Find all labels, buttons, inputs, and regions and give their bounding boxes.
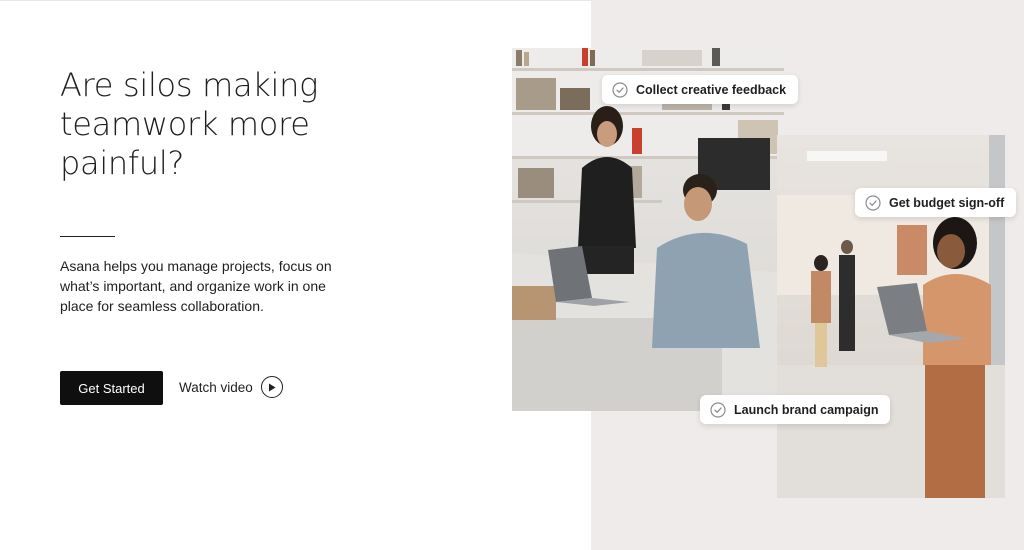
task-tag-label: Launch brand campaign — [734, 402, 879, 417]
task-tag-label: Collect creative feedback — [636, 82, 787, 97]
check-circle-icon — [710, 401, 726, 418]
check-circle-icon — [865, 194, 881, 211]
divider — [60, 236, 115, 237]
task-tag-label: Get budget sign-off — [889, 195, 1005, 210]
task-tag: Get budget sign-off — [855, 188, 1017, 217]
get-started-button[interactable]: Get Started — [60, 371, 163, 405]
check-circle-icon — [612, 81, 628, 98]
play-circle-icon — [260, 376, 283, 398]
watch-video-label: Watch video — [179, 379, 253, 395]
task-tag: Launch brand campaign — [700, 395, 891, 424]
hero-description: Asana helps you manage projects, focus o… — [60, 258, 332, 314]
page-title: Are silos making teamwork more painful? — [60, 66, 318, 182]
task-tag: Collect creative feedback — [602, 75, 799, 104]
watch-video-link[interactable]: Watch video — [179, 376, 283, 398]
